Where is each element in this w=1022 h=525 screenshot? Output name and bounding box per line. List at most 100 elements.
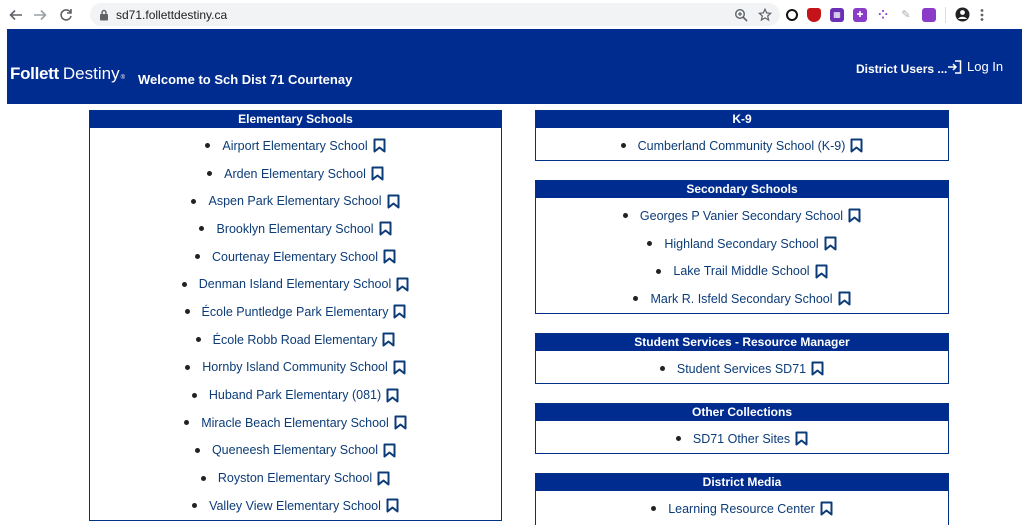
bookmark-icon[interactable] bbox=[373, 138, 386, 153]
bullet-icon bbox=[651, 506, 657, 512]
bookmark-icon[interactable] bbox=[394, 415, 407, 430]
bookmark-icon[interactable] bbox=[838, 291, 851, 306]
school-link[interactable]: Royston Elementary School bbox=[218, 471, 372, 485]
shield-extension-icon[interactable] bbox=[807, 7, 821, 22]
welcome-title: Welcome to Sch Dist 71 Courtenay bbox=[138, 72, 353, 87]
school-link[interactable]: École Robb Road Elementary bbox=[213, 333, 378, 347]
follett-destiny-logo[interactable]: Follett Destiny ® bbox=[10, 64, 125, 84]
reload-icon bbox=[60, 8, 72, 21]
school-list-item: Hornby Island Community School bbox=[90, 354, 501, 382]
circle-extension-icon[interactable] bbox=[786, 8, 798, 21]
bullet-icon bbox=[659, 366, 665, 372]
elementary-schools-panel: Elementary Schools Airport Elementary Sc… bbox=[89, 110, 502, 521]
dots-extension-icon[interactable]: ⁘ bbox=[876, 8, 890, 22]
school-link[interactable]: Courtenay Elementary School bbox=[212, 250, 378, 264]
bookmark-icon[interactable] bbox=[824, 236, 837, 251]
address-bar[interactable]: sd71.follettdestiny.ca bbox=[90, 3, 780, 26]
school-link[interactable]: École Puntledge Park Elementary bbox=[202, 305, 389, 319]
panel-title: Student Services - Resource Manager bbox=[536, 334, 948, 351]
school-link[interactable]: Georges P Vanier Secondary School bbox=[640, 209, 843, 223]
bookmark-icon[interactable] bbox=[377, 471, 390, 486]
bookmark-icon[interactable] bbox=[379, 221, 392, 236]
school-link[interactable]: Mark R. Isfeld Secondary School bbox=[650, 292, 832, 306]
brand-text: Destiny bbox=[62, 64, 120, 83]
forward-button[interactable] bbox=[30, 5, 50, 25]
school-list-item: Arden Elementary School bbox=[90, 160, 501, 188]
pen-extension-icon[interactable]: ✎ bbox=[899, 8, 913, 22]
bullet-icon bbox=[199, 226, 205, 232]
bullet-icon bbox=[181, 281, 187, 287]
bookmark-icon[interactable] bbox=[386, 388, 399, 403]
zoom-icon[interactable] bbox=[734, 8, 748, 22]
school-link[interactable]: Huband Park Elementary (081) bbox=[209, 388, 381, 402]
arrow-left-icon bbox=[9, 9, 22, 20]
bullet-icon bbox=[656, 268, 662, 274]
student-services-panel: Student Services - Resource Manager Stud… bbox=[535, 333, 949, 384]
school-link[interactable]: Cumberland Community School (K-9) bbox=[638, 139, 846, 153]
bullet-icon bbox=[184, 309, 190, 315]
menu-kebab-icon[interactable] bbox=[979, 8, 985, 22]
school-link[interactable]: Queneesh Elementary School bbox=[212, 443, 378, 457]
bullet-icon bbox=[184, 420, 190, 426]
login-button[interactable]: Log In bbox=[947, 59, 1003, 74]
school-link[interactable]: Hornby Island Community School bbox=[202, 360, 388, 374]
bookmark-icon[interactable] bbox=[387, 194, 400, 209]
login-icon bbox=[948, 59, 962, 74]
school-link[interactable]: Airport Elementary School bbox=[222, 139, 367, 153]
school-link[interactable]: Arden Elementary School bbox=[224, 167, 366, 181]
bookmark-icon[interactable] bbox=[396, 277, 409, 292]
bookmark-icon[interactable] bbox=[815, 264, 828, 279]
school-link[interactable]: Brooklyn Elementary School bbox=[216, 222, 373, 236]
bookmark-icon[interactable] bbox=[386, 498, 399, 513]
school-list-item: Georges P Vanier Secondary School bbox=[536, 202, 948, 230]
school-list-item: Learning Resource Center bbox=[536, 495, 948, 523]
bookmark-extension-icon[interactable] bbox=[922, 7, 936, 22]
account-icon[interactable] bbox=[955, 7, 970, 22]
school-link[interactable]: Highland Secondary School bbox=[664, 237, 818, 251]
puzzle-extension-icon[interactable]: ✚ bbox=[853, 7, 867, 22]
bullet-icon bbox=[647, 241, 653, 247]
district-users-link[interactable]: District Users ... bbox=[856, 62, 947, 76]
bullet-icon bbox=[194, 447, 200, 453]
school-list-item: Denman Island Elementary School bbox=[90, 270, 501, 298]
panel-title: Secondary Schools bbox=[536, 181, 948, 198]
bullet-icon bbox=[207, 171, 213, 177]
school-list-item: SD71 Other Sites bbox=[536, 425, 948, 453]
school-list-item: Mark R. Isfeld Secondary School bbox=[536, 285, 948, 313]
bookmark-icon[interactable] bbox=[393, 304, 406, 319]
panel-title: K-9 bbox=[536, 111, 948, 128]
school-link[interactable]: Student Services SD71 bbox=[677, 362, 806, 376]
url-text: sd71.follettdestiny.ca bbox=[116, 7, 228, 22]
bookmark-icon[interactable] bbox=[850, 138, 863, 153]
district-media-panel: District Media Learning Resource Center bbox=[535, 473, 949, 525]
bookmark-icon[interactable] bbox=[811, 361, 824, 376]
bookmark-icon[interactable] bbox=[382, 332, 395, 347]
site-header: Follett Destiny ® Welcome to Sch Dist 71… bbox=[7, 29, 1022, 104]
bookmark-icon[interactable] bbox=[848, 208, 861, 223]
bookmark-icon[interactable] bbox=[371, 166, 384, 181]
school-link[interactable]: Lake Trail Middle School bbox=[673, 264, 809, 278]
school-link[interactable]: Denman Island Elementary School bbox=[199, 277, 391, 291]
bookmark-icon[interactable] bbox=[383, 249, 396, 264]
arrow-right-icon bbox=[34, 9, 47, 20]
bookmark-icon[interactable] bbox=[393, 360, 406, 375]
panel-title: Elementary Schools bbox=[90, 111, 501, 128]
bookmark-icon[interactable] bbox=[795, 431, 808, 446]
back-button[interactable] bbox=[6, 5, 26, 25]
reload-button[interactable] bbox=[56, 5, 76, 25]
school-link[interactable]: Miracle Beach Elementary School bbox=[201, 416, 389, 430]
bullet-icon bbox=[191, 392, 197, 398]
bookmark-icon[interactable] bbox=[820, 501, 833, 516]
bullet-icon bbox=[194, 254, 200, 260]
school-link[interactable]: Aspen Park Elementary School bbox=[208, 194, 381, 208]
school-link[interactable]: Learning Resource Center bbox=[668, 502, 815, 516]
school-list-item: Royston Elementary School bbox=[90, 464, 501, 492]
school-link[interactable]: SD71 Other Sites bbox=[693, 432, 790, 446]
star-icon[interactable] bbox=[758, 7, 772, 22]
school-list-item: École Puntledge Park Elementary bbox=[90, 298, 501, 326]
bookmark-icon[interactable] bbox=[383, 443, 396, 458]
school-list-item: Airport Elementary School bbox=[90, 132, 501, 160]
school-list-item: Huband Park Elementary (081) bbox=[90, 381, 501, 409]
school-link[interactable]: Valley View Elementary School bbox=[209, 499, 381, 513]
pdf-extension-icon[interactable]: ▦ bbox=[830, 7, 844, 22]
